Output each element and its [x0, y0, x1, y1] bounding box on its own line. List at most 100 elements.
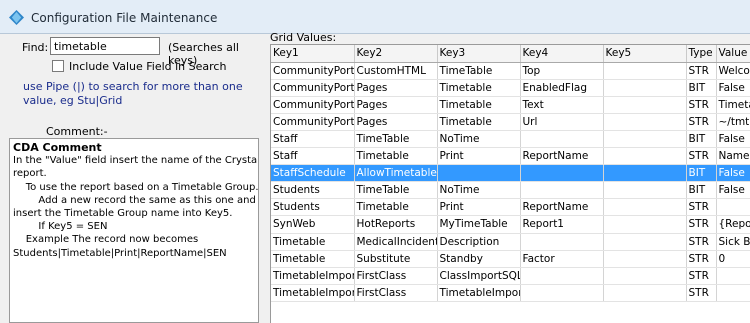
cell-type[interactable]: STR [686, 62, 717, 80]
cell-key3[interactable]: Standby [437, 250, 521, 268]
cell-key4[interactable]: ReportName [520, 147, 604, 166]
cell-value[interactable]: ~/tmtb [716, 113, 750, 131]
table-row[interactable]: CommunityPortalPagesTimetableEnabledFlag… [271, 79, 750, 97]
cell-key4[interactable] [520, 164, 604, 183]
cell-key4[interactable] [520, 284, 604, 302]
cell-key3[interactable] [437, 164, 521, 183]
cell-key1[interactable]: Timetable [271, 250, 355, 268]
cell-key2[interactable]: CustomHTML [354, 62, 438, 80]
cell-value[interactable]: 0 [716, 250, 750, 268]
cell-type[interactable]: STR [686, 250, 717, 268]
cell-key1[interactable]: CommunityPortal [271, 96, 355, 114]
cell-key4[interactable]: Url [520, 113, 604, 131]
cell-key1[interactable]: CommunityPortal [271, 113, 355, 131]
column-header-value[interactable]: Value [716, 45, 750, 63]
cell-type[interactable]: BIT [686, 79, 717, 97]
cell-key5[interactable] [603, 130, 687, 149]
cell-key2[interactable]: Pages [354, 96, 438, 114]
cell-type[interactable]: BIT [686, 181, 717, 200]
table-row[interactable]: Timetable Substitute Standby Factor STR 0 [271, 250, 750, 268]
table-row[interactable]: Students Timetable Print ReportName STR [271, 198, 750, 217]
cell-key3[interactable]: ClassImportSQL [437, 267, 521, 285]
cell-type[interactable]: STR [686, 267, 717, 285]
cell-type[interactable]: STR [686, 113, 717, 131]
cell-key2[interactable]: Pages [354, 79, 438, 97]
cell-value[interactable]: Welcom [716, 62, 750, 80]
cell-key5[interactable] [603, 147, 687, 166]
cell-key1[interactable]: Students [271, 181, 355, 200]
cell-key2[interactable]: FirstClass [354, 267, 438, 285]
cell-key4[interactable]: Text [520, 96, 604, 114]
cell-key3[interactable]: Print [437, 147, 521, 166]
cell-key5[interactable] [603, 96, 687, 114]
table-row[interactable]: StaffTimetablePrintReportName STRName of [271, 147, 750, 166]
cell-value[interactable] [716, 267, 750, 285]
cell-key2[interactable]: FirstClass [354, 284, 438, 302]
cell-key5[interactable] [603, 181, 687, 200]
include-value-checkbox[interactable] [52, 60, 64, 72]
cell-key3[interactable]: Timetable [437, 79, 521, 97]
cell-key2[interactable]: Substitute [354, 250, 438, 268]
cell-value[interactable]: Name of [716, 147, 750, 166]
cell-key2[interactable]: Timetable [354, 198, 438, 217]
cell-key4[interactable]: ReportName [520, 198, 604, 217]
cell-key1[interactable]: Staff [271, 130, 355, 149]
cell-key4[interactable]: Report1 [520, 215, 604, 234]
cell-key4[interactable]: Top [520, 62, 604, 80]
cell-key5[interactable] [603, 267, 687, 285]
cell-key5[interactable] [603, 250, 687, 268]
cell-type[interactable]: STR [686, 96, 717, 114]
cell-key4[interactable] [520, 181, 604, 200]
table-row[interactable]: CommunityPortalCustomHTMLTimeTableTop STR… [271, 62, 750, 80]
cell-key1[interactable]: Students [271, 198, 355, 217]
cell-key1[interactable]: SynWeb [271, 215, 355, 234]
cell-type[interactable]: STR [686, 147, 717, 166]
column-header-key4[interactable]: Key4 [520, 45, 604, 63]
table-row[interactable]: CommunityPortalPagesTimetableUrl STR~/tmt… [271, 113, 750, 131]
cell-key5[interactable] [603, 113, 687, 131]
cell-key5[interactable] [603, 62, 687, 80]
cell-value[interactable]: {Repor [716, 215, 750, 234]
cell-value[interactable]: Timetal [716, 96, 750, 114]
cell-value[interactable]: False [716, 79, 750, 97]
cell-key2[interactable]: TimeTable [354, 181, 438, 200]
cell-type[interactable]: STR [686, 284, 717, 302]
grid-values-table[interactable]: Key1 Key2 Key3 Key4 Key5 Type Value CommunityP… [270, 44, 750, 323]
cell-key2[interactable]: Pages [354, 113, 438, 131]
table-row-selected[interactable]: StaffScheduleAllowTimetabledC BITFalse [271, 164, 750, 183]
cell-key2[interactable]: Timetable [354, 147, 438, 166]
column-header-type[interactable]: Type [686, 45, 717, 63]
cell-type[interactable]: STR [686, 198, 717, 217]
find-input[interactable] [50, 37, 160, 55]
cell-key5[interactable] [603, 215, 687, 234]
cell-key2[interactable]: HotReports [354, 215, 438, 234]
cell-key2[interactable]: TimeTable [354, 130, 438, 149]
cell-key4[interactable]: Factor [520, 250, 604, 268]
cell-key1[interactable]: CommunityPortal [271, 62, 355, 80]
cell-key4[interactable] [520, 267, 604, 285]
column-header-key2[interactable]: Key2 [354, 45, 438, 63]
cell-value[interactable]: Sick Ba [716, 233, 750, 251]
cell-key2[interactable]: AllowTimetabledC [354, 164, 438, 183]
cell-key1[interactable]: CommunityPortal [271, 79, 355, 97]
cell-key3[interactable]: NoTime [437, 181, 521, 200]
cell-value[interactable]: False [716, 181, 750, 200]
cell-value[interactable] [716, 198, 750, 217]
table-row[interactable]: TimetableImportFirstClassTimetableImport… [271, 284, 750, 302]
cell-key1[interactable]: StaffSchedule [271, 164, 355, 183]
cell-key1[interactable]: TimetableImport [271, 284, 355, 302]
cell-type[interactable]: BIT [686, 164, 717, 183]
cell-key3[interactable]: TimetableImportS [437, 284, 521, 302]
cell-key1[interactable]: TimetableImport [271, 267, 355, 285]
cell-key4[interactable] [520, 233, 604, 251]
comment-box[interactable]: CDA Comment In the "Value" field insert … [9, 138, 259, 323]
cell-key5[interactable] [603, 284, 687, 302]
cell-value[interactable]: False [716, 164, 750, 183]
cell-key3[interactable]: Timetable [437, 96, 521, 114]
cell-key3[interactable]: MyTimeTable [437, 215, 521, 234]
cell-key4[interactable]: EnabledFlag [520, 79, 604, 97]
cell-type[interactable]: STR [686, 215, 717, 234]
cell-key1[interactable]: Timetable [271, 233, 355, 251]
table-row[interactable]: Students TimeTable NoTime BIT False [271, 181, 750, 200]
column-header-key1[interactable]: Key1 [271, 45, 355, 63]
